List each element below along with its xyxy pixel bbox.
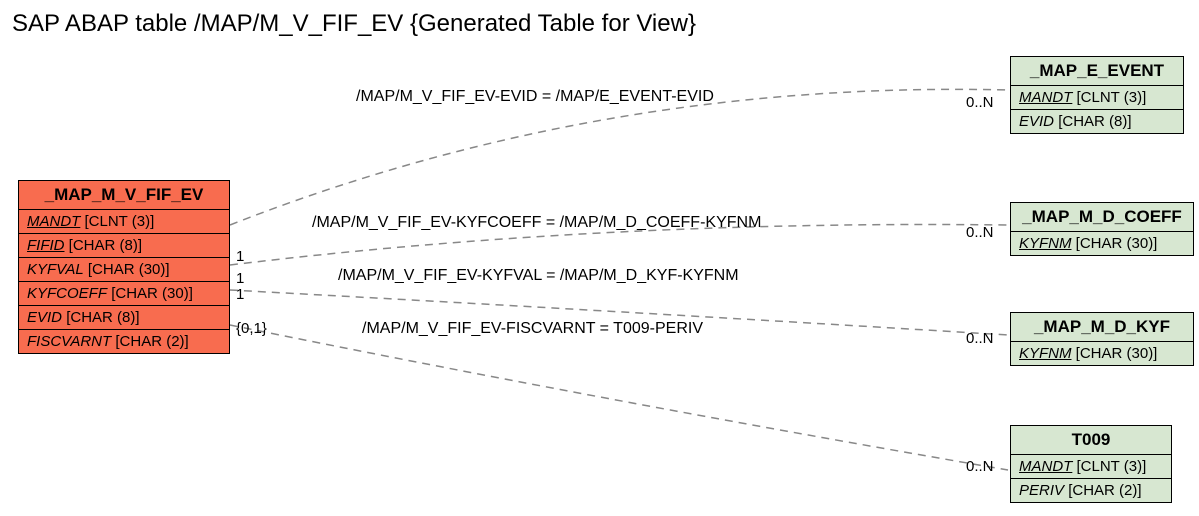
relation-label: /MAP/M_V_FIF_EV-KYFVAL = /MAP/M_D_KYF-KY… [338,267,739,285]
entity-row: KYFNM [CHAR (30)] [1011,342,1193,365]
entity-row: MANDT [CLNT (3)] [19,210,229,234]
entity-title: _MAP_E_EVENT [1011,57,1183,86]
cardinality-right: 0..N [966,94,994,111]
entity-row: KYFVAL [CHAR (30)] [19,258,229,282]
entity-row: PERIV [CHAR (2)] [1011,479,1171,502]
entity-row: FIFID [CHAR (8)] [19,234,229,258]
entity-map-e-event: _MAP_E_EVENT MANDT [CLNT (3)] EVID [CHAR… [1010,56,1184,134]
entity-main: _MAP_M_V_FIF_EV MANDT [CLNT (3)] FIFID [… [18,180,230,354]
entity-row: MANDT [CLNT (3)] [1011,86,1183,110]
cardinality-left: {0,1} [236,320,267,337]
entity-title: _MAP_M_D_KYF [1011,313,1193,342]
relation-label: /MAP/M_V_FIF_EV-KYFCOEFF = /MAP/M_D_COEF… [312,214,761,232]
entity-row: KYFNM [CHAR (30)] [1011,232,1193,255]
entity-row: FISCVARNT [CHAR (2)] [19,330,229,353]
relation-label: /MAP/M_V_FIF_EV-EVID = /MAP/E_EVENT-EVID [356,88,714,106]
entity-row: KYFCOEFF [CHAR (30)] [19,282,229,306]
entity-title: _MAP_M_D_COEFF [1011,203,1193,232]
cardinality-right: 0..N [966,330,994,347]
page-title: SAP ABAP table /MAP/M_V_FIF_EV {Generate… [12,10,696,38]
relation-label: /MAP/M_V_FIF_EV-FISCVARNT = T009-PERIV [362,320,703,338]
entity-map-m-d-kyf: _MAP_M_D_KYF KYFNM [CHAR (30)] [1010,312,1194,366]
cardinality-left: 1 [236,248,244,265]
entity-t009: T009 MANDT [CLNT (3)] PERIV [CHAR (2)] [1010,425,1172,503]
entity-row: EVID [CHAR (8)] [19,306,229,330]
cardinality-left: 1 [236,270,244,287]
entity-main-title: _MAP_M_V_FIF_EV [19,181,229,210]
entity-row: EVID [CHAR (8)] [1011,110,1183,133]
cardinality-right: 0..N [966,224,994,241]
cardinality-left: 1 [236,286,244,303]
cardinality-right: 0..N [966,458,994,475]
entity-title: T009 [1011,426,1171,455]
entity-row: MANDT [CLNT (3)] [1011,455,1171,479]
entity-map-m-d-coeff: _MAP_M_D_COEFF KYFNM [CHAR (30)] [1010,202,1194,256]
